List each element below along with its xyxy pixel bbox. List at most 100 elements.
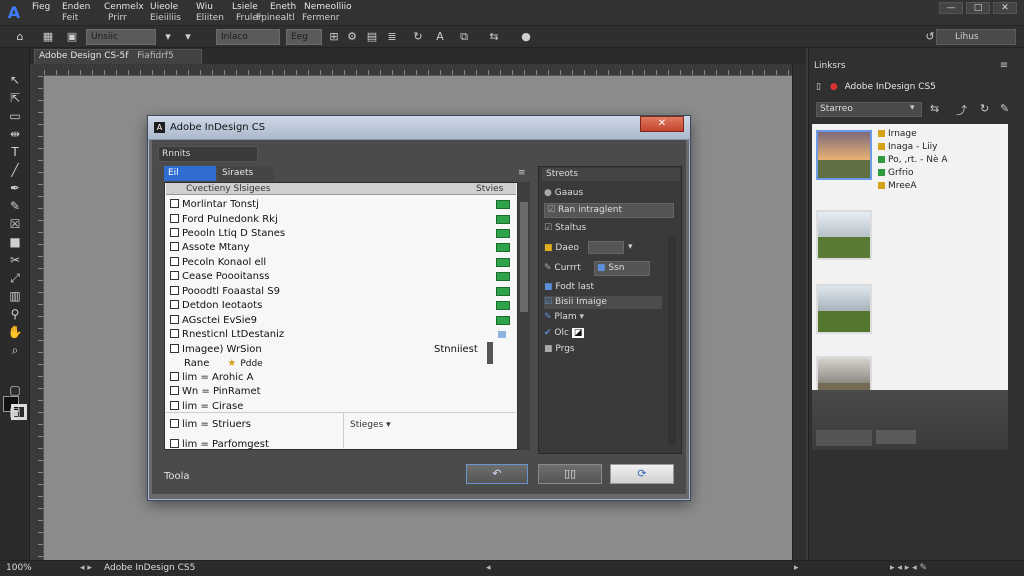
transform-tool-icon[interactable]: ⤢	[4, 270, 26, 286]
style-dropdown[interactable]: Unsiic	[86, 29, 156, 45]
list-item[interactable]: lim = Striuers	[170, 418, 510, 432]
color-swatch[interactable]: ◪	[571, 328, 585, 338]
maximize-button[interactable]: □	[966, 2, 990, 14]
list-item[interactable]: Pooodtl Foaastal S9	[170, 285, 510, 299]
page-tool-icon[interactable]: ▭	[4, 108, 26, 124]
menu-item[interactable]: Fieg	[32, 2, 50, 12]
links-filter-dropdown[interactable]: Starreo	[816, 102, 922, 117]
row-checkbox[interactable]	[170, 386, 179, 395]
pause-button[interactable]: ▯▯	[538, 464, 602, 484]
app-logo-icon[interactable]: A	[4, 3, 24, 23]
link-entry[interactable]: Inaga - Liiy	[878, 141, 937, 153]
row-checkbox[interactable]	[170, 315, 179, 324]
frame-icon[interactable]: ⧉	[456, 29, 472, 45]
prop-row[interactable]: ■ Fodt last	[544, 281, 594, 294]
row-checkbox[interactable]	[170, 329, 179, 338]
prop-row[interactable]: ☑ Bisii Imaige	[544, 296, 662, 309]
prop-row[interactable]: ✔ Olc ◪	[544, 327, 585, 340]
row-checkbox[interactable]	[170, 439, 179, 448]
row-checkbox[interactable]	[170, 257, 179, 266]
scissors-tool-icon[interactable]: ✂	[4, 252, 26, 268]
gradient-tool-icon[interactable]: ▥	[4, 288, 26, 304]
ok-button[interactable]: ⟳	[610, 464, 674, 484]
menu-item[interactable]: Feit	[62, 13, 78, 23]
panel-icons[interactable]: ▸ ◂ ▸ ◂ ✎	[890, 561, 927, 576]
pencil-tool-icon[interactable]: ✎	[4, 198, 26, 214]
scroll-thumb[interactable]	[520, 202, 528, 312]
prop-row[interactable]: ■ Prgs	[544, 343, 575, 356]
link-entry[interactable]: MreeA	[878, 180, 917, 192]
prop-row[interactable]: ✎ Currrt	[544, 262, 581, 275]
list-item[interactable]: Rnesticnl LtDestaniz	[170, 328, 510, 342]
list-item[interactable]: Peooln Ltiq D Stanes	[170, 227, 510, 241]
row-checkbox[interactable]	[170, 214, 179, 223]
dialog-title-bar[interactable]: A Adobe InDesign CS	[148, 116, 690, 140]
list-item[interactable]: Pecoln Konaol ell	[170, 256, 510, 270]
scroll-right-icon[interactable]: ▸	[794, 561, 799, 576]
pen-tool-icon[interactable]: ✒	[4, 180, 26, 196]
link-thumbnail[interactable]	[816, 210, 872, 260]
chevron-down-icon[interactable]: ▾	[910, 103, 915, 113]
row-checkbox[interactable]	[170, 419, 179, 428]
home-icon[interactable]: ⌂	[12, 29, 28, 45]
menu-item[interactable]: Cenmelx	[104, 2, 144, 12]
hand-tool-icon[interactable]: ✋	[4, 324, 26, 340]
scroll-left-icon[interactable]: ◂	[486, 561, 491, 576]
zoom-level[interactable]: 100%	[6, 561, 32, 576]
relink-icon[interactable]: ⇆	[930, 102, 939, 115]
prop-row[interactable]: ● Gaaus	[544, 187, 583, 200]
row-checkbox[interactable]	[170, 242, 179, 251]
line-tool-icon[interactable]: ╱	[4, 162, 26, 178]
vertical-scrollbar[interactable]	[792, 64, 806, 560]
gear-icon[interactable]: ⚙	[344, 29, 360, 45]
menu-item[interactable]: Fermenr	[302, 13, 339, 23]
prop-row[interactable]: ☑ Staltus	[544, 222, 586, 235]
horizontal-ruler[interactable]	[44, 64, 792, 76]
document-tab[interactable]: Adobe Design CS-5f Fiafidrf5	[34, 49, 202, 64]
list-menu-icon[interactable]: ≡	[518, 168, 526, 178]
list-item[interactable]: Rane ★ Pdde	[184, 357, 524, 371]
undo-button[interactable]: ↶	[466, 464, 528, 484]
prop-input[interactable]: ■ Ssn	[594, 261, 650, 276]
row-checkbox[interactable]	[170, 228, 179, 237]
color-drop-icon[interactable]: ●	[518, 29, 534, 45]
menu-item[interactable]: Eneth	[270, 2, 296, 12]
gap-tool-icon[interactable]: ⇹	[4, 126, 26, 142]
menu-item[interactable]: Enden	[62, 2, 90, 12]
links-document-row[interactable]: ▯ ● Adobe InDesign CS5	[808, 78, 1024, 96]
page-nav-icon[interactable]: ◂ ▸	[80, 561, 92, 576]
prop-row[interactable]: ✎ Plam ▾	[544, 311, 584, 324]
menu-item[interactable]: Prirr	[108, 13, 127, 23]
link-thumbnail[interactable]	[816, 130, 872, 180]
list-icon[interactable]: ≣	[384, 29, 400, 45]
tab-streets[interactable]: Siraets	[218, 166, 274, 181]
prop-row[interactable]: ■ Daeo	[544, 242, 579, 255]
tab-edit[interactable]: Eil	[164, 166, 216, 181]
rectangle-frame-tool-icon[interactable]: ☒	[4, 216, 26, 232]
dialog-name-field[interactable]: Rnnits	[158, 146, 258, 162]
list-item[interactable]: Ford Pulnedonk Rkj	[170, 213, 510, 227]
row-checkbox[interactable]	[170, 300, 179, 309]
prop-input[interactable]	[588, 241, 624, 254]
list-item[interactable]: Detdon Ieotaots	[170, 299, 510, 313]
rectangle-tool-icon[interactable]: ■	[4, 234, 26, 250]
dropdown-arrow-icon[interactable]: ▾	[180, 29, 196, 45]
prop-field[interactable]: ☑ Ran intraglent	[544, 203, 674, 218]
rotate-icon[interactable]: ↻	[410, 29, 426, 45]
vertical-ruler[interactable]	[30, 76, 44, 560]
list-item[interactable]: lim = Arohic A	[170, 371, 510, 385]
properties-scrollbar[interactable]	[668, 236, 676, 446]
goto-link-icon[interactable]: ⤴	[956, 102, 967, 118]
chevron-down-icon[interactable]: ▾	[628, 242, 633, 252]
row-checkbox[interactable]	[170, 271, 179, 280]
dialog-close-button[interactable]: ✕	[640, 116, 684, 132]
type-tool-icon[interactable]: T	[4, 144, 26, 160]
link-entry[interactable]: Po, ,rt. - Nè A	[878, 154, 948, 166]
strip-dropdown[interactable]: Stieges ▾	[350, 418, 391, 432]
update-link-icon[interactable]: ↻	[980, 102, 989, 115]
size-field[interactable]: Eeg	[286, 29, 322, 45]
list-item[interactable]: Wn = PinRamet	[170, 385, 510, 399]
zoom-tool-icon[interactable]: ⌕	[4, 342, 26, 358]
link-entry[interactable]: Grfrio	[878, 167, 914, 179]
menu-item[interactable]: Lsiele	[232, 2, 258, 12]
